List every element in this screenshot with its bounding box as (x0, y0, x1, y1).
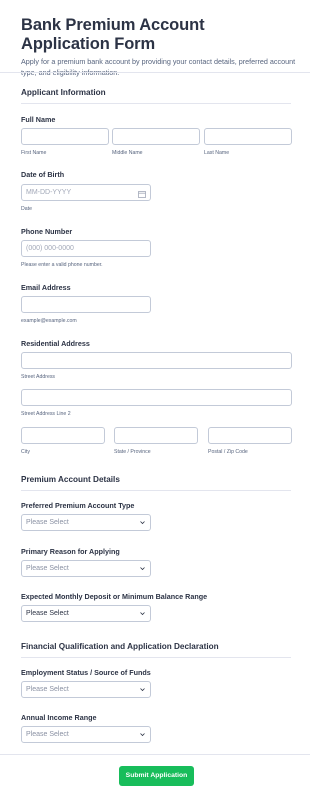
email-input[interactable] (21, 296, 151, 313)
email-label: Email Address (21, 283, 71, 292)
chevron-down-icon (140, 687, 145, 692)
employment-label: Employment Status / Source of Funds (21, 668, 151, 677)
full-name-label: Full Name (21, 115, 56, 124)
section-title-applicant: Applicant Information (21, 88, 106, 97)
street-address-line2-input[interactable] (21, 389, 292, 406)
dob-sublabel: Date (21, 206, 32, 212)
income-select[interactable]: Please Select (21, 726, 151, 743)
header-divider (0, 72, 310, 73)
reason-value: Please Select (26, 565, 69, 572)
address-label: Residential Address (21, 339, 90, 348)
section-divider (21, 490, 291, 491)
state-input[interactable] (114, 427, 198, 444)
income-label: Annual Income Range (21, 713, 97, 722)
form-title: Bank Premium Account Application Form (21, 16, 205, 53)
account-type-select[interactable]: Please Select (21, 514, 151, 531)
last-name-input[interactable] (204, 128, 292, 145)
street-address-sublabel: Street Address (21, 374, 56, 380)
form-header: Bank Premium Account Application Form Ap… (21, 16, 296, 78)
middle-name-input[interactable] (112, 128, 200, 145)
city-input[interactable] (21, 427, 105, 444)
first-name-sublabel: First Name (21, 150, 47, 156)
reason-select[interactable]: Please Select (21, 560, 151, 577)
income-value: Please Select (26, 731, 69, 738)
deposit-value: Please Select (26, 610, 69, 617)
phone-placeholder: (000) 000-0000 (26, 245, 74, 252)
state-sublabel: State / Province (114, 449, 151, 455)
street-address-input[interactable] (21, 352, 292, 369)
city-sublabel: City (21, 449, 30, 455)
chevron-down-icon (140, 611, 145, 616)
chevron-down-icon (140, 566, 145, 571)
zip-input[interactable] (208, 427, 292, 444)
phone-sublabel: Please enter a valid phone number. (21, 262, 103, 268)
section-divider (21, 657, 291, 658)
chevron-down-icon (140, 520, 145, 525)
email-sublabel: example@example.com (21, 318, 77, 324)
deposit-select[interactable]: Please Select (21, 605, 151, 622)
chevron-down-icon (140, 732, 145, 737)
dob-input[interactable]: MM-DD-YYYY (21, 184, 151, 201)
account-type-value: Please Select (26, 519, 69, 526)
phone-label: Phone Number (21, 227, 73, 236)
submit-button[interactable]: Submit Application (119, 766, 194, 786)
street-address-line2-sublabel: Street Address Line 2 (21, 411, 71, 417)
zip-sublabel: Postal / Zip Code (208, 449, 248, 455)
dob-placeholder: MM-DD-YYYY (26, 189, 72, 196)
employment-value: Please Select (26, 686, 69, 693)
reason-label: Primary Reason for Applying (21, 547, 120, 556)
section-title-premium: Premium Account Details (21, 475, 120, 484)
employment-select[interactable]: Please Select (21, 681, 151, 698)
footer-divider (0, 754, 310, 755)
deposit-label: Expected Monthly Deposit or Minimum Bala… (21, 592, 208, 601)
calendar-icon[interactable] (138, 189, 146, 204)
form-description: Apply for a premium bank account by prov… (21, 57, 296, 77)
first-name-input[interactable] (21, 128, 109, 145)
phone-input[interactable]: (000) 000-0000 (21, 240, 151, 257)
middle-name-sublabel: Middle Name (112, 150, 143, 156)
dob-label: Date of Birth (21, 170, 65, 179)
section-title-financial: Financial Qualification and Application … (21, 642, 219, 651)
last-name-sublabel: Last Name (204, 150, 230, 156)
account-type-label: Preferred Premium Account Type (21, 501, 135, 510)
section-divider (21, 103, 291, 104)
